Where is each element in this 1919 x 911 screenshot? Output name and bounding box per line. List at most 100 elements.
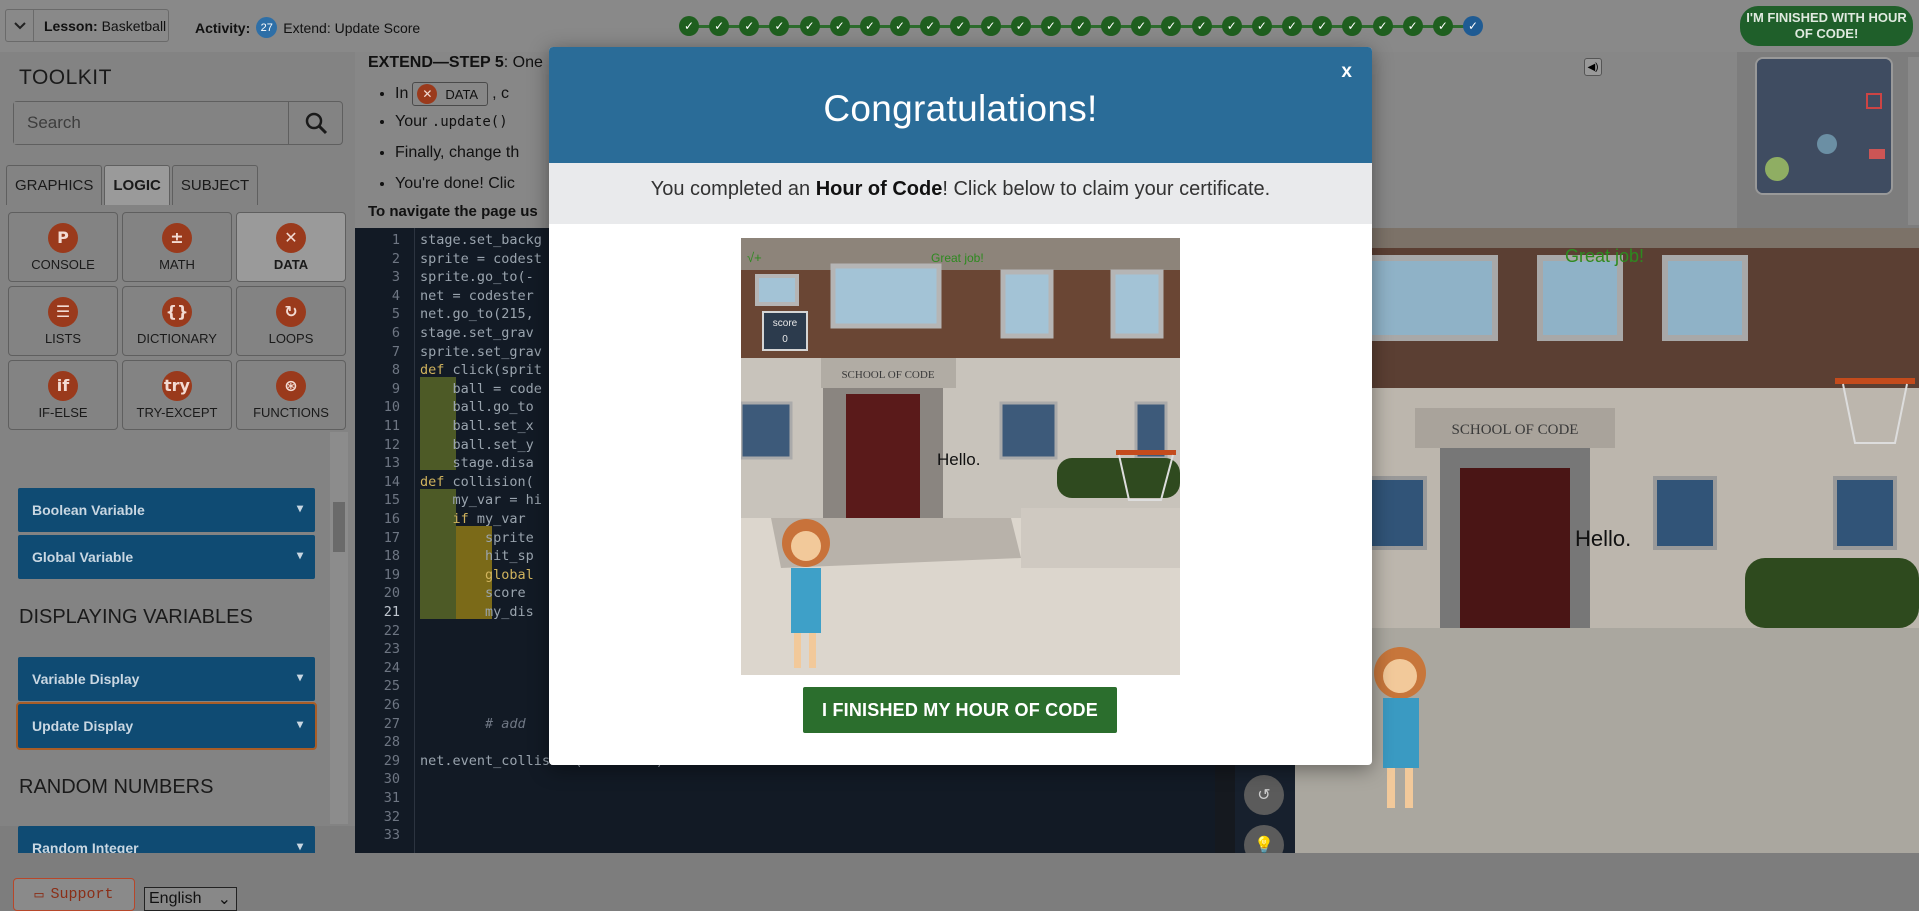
progress-step[interactable]: ✓ [890,16,911,36]
code-line[interactable]: # add [420,715,526,734]
subtitle-pre: You completed an [650,178,816,200]
language-select[interactable]: English ⌄ [144,887,237,911]
progress-step[interactable]: ✓ [1191,16,1212,36]
line-number: 19 [383,566,400,583]
progress-step[interactable]: ✓ [739,16,760,36]
progress-step[interactable]: ✓ [829,16,850,36]
undo-icon[interactable]: ↺ [1244,775,1284,815]
item-label: Variable Display [32,671,140,687]
code-line[interactable]: sprite = codest [420,250,542,269]
progress-step[interactable]: ✓ [1342,16,1363,36]
progress-step[interactable]: ✓ [1131,16,1152,36]
activity-label: Activity: [195,19,251,36]
global-variable-item[interactable]: Global Variable ▾ [18,535,315,579]
instructions-scrollbar[interactable] [1908,57,1919,225]
code-line[interactable]: sprite.go_to(- [420,268,534,287]
functions-icon: ⊛ [276,370,306,401]
progress-step[interactable]: ✓ [709,16,730,36]
instruction-item: You're done! Clic [395,175,519,193]
category-try-except[interactable]: try TRY-EXCEPT [122,360,232,430]
finished-hour-of-code-button[interactable]: I'M FINISHED WITH HOUR OF CODE! [1740,6,1913,46]
code-line[interactable]: net.go_to(215, [420,305,534,324]
variable-display-item[interactable]: Variable Display ▾ [18,657,315,701]
data-icon: ✕ [276,222,306,253]
progress-step[interactable]: ✓ [1432,16,1453,36]
code-line[interactable]: score [420,584,526,603]
code-line[interactable]: ball = code [420,380,542,399]
speaker-icon[interactable]: ◀) [1584,58,1602,76]
category-label: LOOPS [268,330,314,346]
code-line[interactable]: ball.set_y [420,436,534,455]
progress-step[interactable]: ✓ [1010,16,1031,36]
progress-step[interactable]: ✓ [769,16,790,36]
tab-logic[interactable]: LOGIC [104,165,170,205]
line-number: 32 [383,808,400,825]
line-number: 17 [383,529,400,546]
line-number: 30 [383,771,400,788]
code-line[interactable]: hit_sp [420,547,534,566]
line-number: 7 [391,343,400,360]
progress-step[interactable]: ✓ [1372,16,1393,36]
progress-step[interactable]: ✓ [1282,16,1303,36]
scrollbar-thumb[interactable] [333,502,345,552]
progress-step[interactable]: ✓ [1221,16,1242,36]
code-line[interactable]: stage.disa [420,454,534,473]
category-loops[interactable]: ↻ LOOPS [236,286,346,356]
code-line[interactable]: net = codester [420,287,534,306]
code-line[interactable]: ball.set_x [420,417,534,436]
code-line[interactable]: stage.set_grav [420,324,534,343]
code-line[interactable]: stage.set_backg [420,231,542,250]
tab-subject[interactable]: SUBJECT [171,165,259,205]
code-line[interactable]: my_var = hi [420,491,542,510]
loops-icon: ↻ [276,296,306,327]
line-number: 5 [391,306,400,323]
progress-step[interactable]: ✓ [1402,16,1423,36]
progress-step[interactable]: ✓ [920,16,941,36]
close-button[interactable]: x [1341,61,1352,83]
progress-step[interactable]: ✓ [1071,16,1091,36]
code-line[interactable]: global [420,566,534,585]
line-number: 28 [383,734,400,751]
stage-preview[interactable]: SCHOOL OF CODE Great job! Hello. [1295,228,1919,853]
code-line[interactable]: sprite.set_grav [420,343,542,362]
finished-hour-of-code-modal-button[interactable]: I FINISHED MY HOUR OF CODE [803,687,1117,733]
category-functions[interactable]: ⊛ FUNCTIONS [236,360,346,430]
code-line[interactable]: ball.go_to [420,398,534,417]
toolkit-scrollbar[interactable] [330,432,348,824]
category-dictionary[interactable]: {} DICTIONARY [122,286,232,356]
progress-step[interactable]: ✓ [1161,16,1182,36]
support-button[interactable]: ▭ Support [13,878,135,911]
progress-step[interactable]: ✓ [1251,16,1272,36]
progress-step[interactable]: ✓ [1040,16,1061,36]
search-input[interactable] [14,102,288,144]
category-lists[interactable]: ☰ LISTS [8,286,118,356]
progress-step[interactable]: ✓ [1312,16,1333,36]
toolkit-search [13,101,343,145]
chevron-down-icon [6,10,34,41]
category-data[interactable]: ✕ DATA [236,212,346,282]
progress-step[interactable]: ✓ [980,16,1001,36]
code-line[interactable]: def collision( [420,473,534,492]
category-math[interactable]: ± MATH [122,212,232,282]
code-line[interactable]: if my_var [420,510,526,529]
progress-step[interactable]: ✓ [1101,16,1122,36]
instruction-item: In ✕ DATA , c [395,82,519,106]
code-line[interactable]: sprite [420,529,534,548]
update-display-item[interactable]: Update Display ▾ [16,702,317,750]
stage-thumbnail[interactable] [1755,57,1893,195]
progress-step[interactable]: ✓ [799,16,820,36]
category-if-else[interactable]: if IF-ELSE [8,360,118,430]
line-number: 3 [391,269,400,286]
progress-step[interactable]: ✓ [859,16,880,36]
code-line[interactable]: def click(sprit [420,361,542,380]
code-line[interactable]: my_dis [420,603,534,622]
search-button[interactable] [288,102,342,144]
progress-step[interactable]: ✓ [1463,16,1483,36]
lesson-dropdown[interactable]: Lesson: Basketball [5,9,169,42]
data-chip-button[interactable]: ✕ DATA [412,82,489,106]
boolean-variable-item[interactable]: Boolean Variable ▾ [18,488,315,532]
progress-step[interactable]: ✓ [950,16,971,36]
tab-graphics[interactable]: GRAPHICS [6,165,103,205]
progress-step[interactable]: ✓ [679,16,699,36]
category-console[interactable]: P CONSOLE [8,212,118,282]
